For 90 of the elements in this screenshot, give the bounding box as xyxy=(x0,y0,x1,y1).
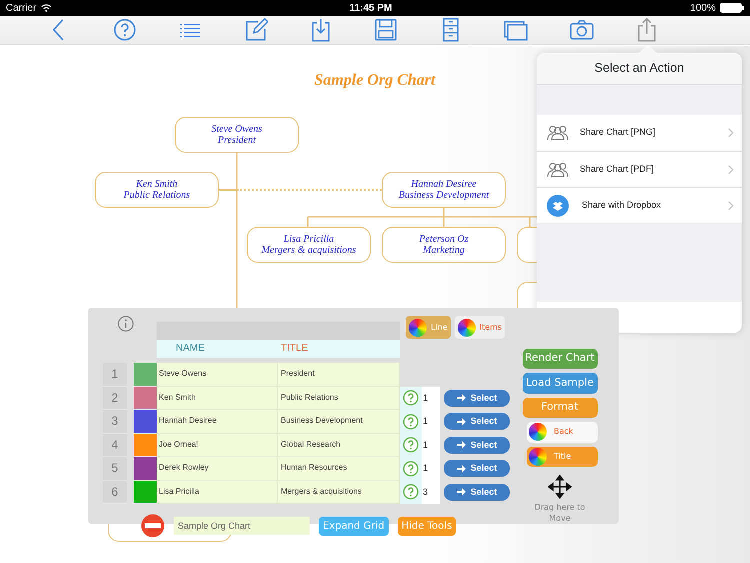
select-button[interactable]: Select xyxy=(444,390,510,407)
node-name: Hannah Desiree xyxy=(411,178,477,190)
action-item[interactable]: Share with Dropbox xyxy=(537,187,742,223)
hide-tools-button[interactable]: Hide Tools xyxy=(398,516,456,536)
people-icon xyxy=(547,162,569,178)
row-number: 5 xyxy=(103,457,127,480)
row-number: 3 xyxy=(103,410,127,434)
node-title: Mergers & acquisitions xyxy=(262,245,356,256)
help-icon[interactable] xyxy=(403,484,419,500)
node-name: Steve Owens xyxy=(212,124,262,135)
chevron-icon xyxy=(728,128,734,138)
count-cell: 1 xyxy=(422,457,440,480)
chevron-icon xyxy=(728,200,734,210)
help-icon[interactable] xyxy=(403,390,419,406)
table-cell: Public Relations xyxy=(278,386,400,410)
help-icon[interactable] xyxy=(403,414,419,430)
action-label: Share Chart [PDF] xyxy=(580,162,656,176)
camera-icon[interactable] xyxy=(570,18,594,42)
table-cell: Derek Rowley xyxy=(157,457,278,480)
node-title: President xyxy=(218,135,256,146)
move-icon[interactable] xyxy=(548,474,572,499)
node-title: Public Relations xyxy=(124,190,190,202)
help-icon[interactable] xyxy=(113,18,138,42)
table-cell: Hannah Desiree xyxy=(157,410,278,434)
wifi-icon xyxy=(40,4,52,12)
table-cell: Lisa Pricilla xyxy=(157,480,278,504)
arrow-icon xyxy=(456,394,466,402)
select-button[interactable]: Select xyxy=(444,413,510,430)
edit-icon[interactable] xyxy=(244,18,268,42)
node-title: Business Development xyxy=(398,190,490,202)
row-number: 2 xyxy=(103,386,127,410)
table-cell: Steve Owens xyxy=(157,363,278,386)
table-cell: Joe Orneal xyxy=(157,434,278,457)
battery-icon xyxy=(720,3,744,13)
count-cell: 1 xyxy=(422,410,440,434)
action-item[interactable]: Share Chart [PNG] xyxy=(537,115,742,151)
arrow-icon xyxy=(456,488,466,496)
table-cell: Business Development xyxy=(278,410,400,434)
arrow-icon xyxy=(456,441,466,450)
chart-title-field[interactable]: Sample Org Chart xyxy=(174,517,310,535)
table-cell: Human Resources xyxy=(278,457,400,480)
expand-grid-button[interactable]: Expand Grid xyxy=(319,516,389,536)
table-cell: Mergers & acquisitions xyxy=(278,480,400,504)
node-title: Marketing xyxy=(423,245,465,256)
arrow-icon xyxy=(456,418,466,426)
people-icon xyxy=(547,125,569,141)
action-label: Share with Dropbox xyxy=(582,198,662,212)
node-name: Ken Smith xyxy=(136,178,178,190)
table-cell: Ken Smith xyxy=(157,386,278,410)
color-wheel-icon xyxy=(529,423,547,442)
row-number: 1 xyxy=(103,363,127,386)
dropbox-icon xyxy=(547,194,569,216)
action-button[interactable]: Render Chart xyxy=(522,349,598,370)
palette-button[interactable]: Title xyxy=(527,446,598,467)
popover-arrow xyxy=(639,45,657,53)
color-wheel-icon xyxy=(409,318,427,336)
table-cell: President xyxy=(278,363,400,386)
table-cell: Global Research xyxy=(278,434,400,457)
clock-time: 11:45 PM xyxy=(350,2,392,16)
action-item[interactable]: Share Chart [PDF] xyxy=(537,151,742,187)
row-number: 4 xyxy=(103,434,127,457)
count-cell: 1 xyxy=(422,386,440,410)
count-cell: 1 xyxy=(422,434,440,457)
action-button[interactable]: Load Sample xyxy=(522,373,598,394)
color-wheel-icon xyxy=(529,448,547,466)
color-wheel-icon xyxy=(458,318,476,336)
arrow-icon xyxy=(456,464,466,473)
palette-button[interactable]: Back xyxy=(527,422,598,443)
column-header: TITLE xyxy=(278,340,400,358)
chevron-icon xyxy=(728,164,734,174)
select-button[interactable]: Select xyxy=(444,484,510,501)
count-cell: 3 xyxy=(422,480,440,504)
drag-hint: Drag here to Move xyxy=(534,503,586,524)
help-icon[interactable] xyxy=(403,437,419,454)
carrier-label: Carrier xyxy=(6,2,37,16)
battery-percent: 100% xyxy=(690,2,716,16)
chart-title: Sample Org Chart xyxy=(314,72,437,90)
column-header: NAME xyxy=(157,340,278,358)
no-entry-icon[interactable] xyxy=(141,514,165,538)
action-button[interactable]: Format xyxy=(522,398,598,418)
select-button[interactable]: Select xyxy=(444,436,510,454)
node-name: Peterson Oz xyxy=(419,234,469,245)
info-icon[interactable] xyxy=(118,316,134,332)
action-label: Share Chart [PNG] xyxy=(580,126,657,140)
popover-title: Select an Action xyxy=(537,53,742,85)
select-button[interactable]: Select xyxy=(444,460,510,478)
row-number: 6 xyxy=(103,480,127,504)
palette-button[interactable]: Items xyxy=(454,316,506,339)
node-name: Lisa Pricilla xyxy=(284,234,334,245)
help-icon[interactable] xyxy=(403,460,419,477)
